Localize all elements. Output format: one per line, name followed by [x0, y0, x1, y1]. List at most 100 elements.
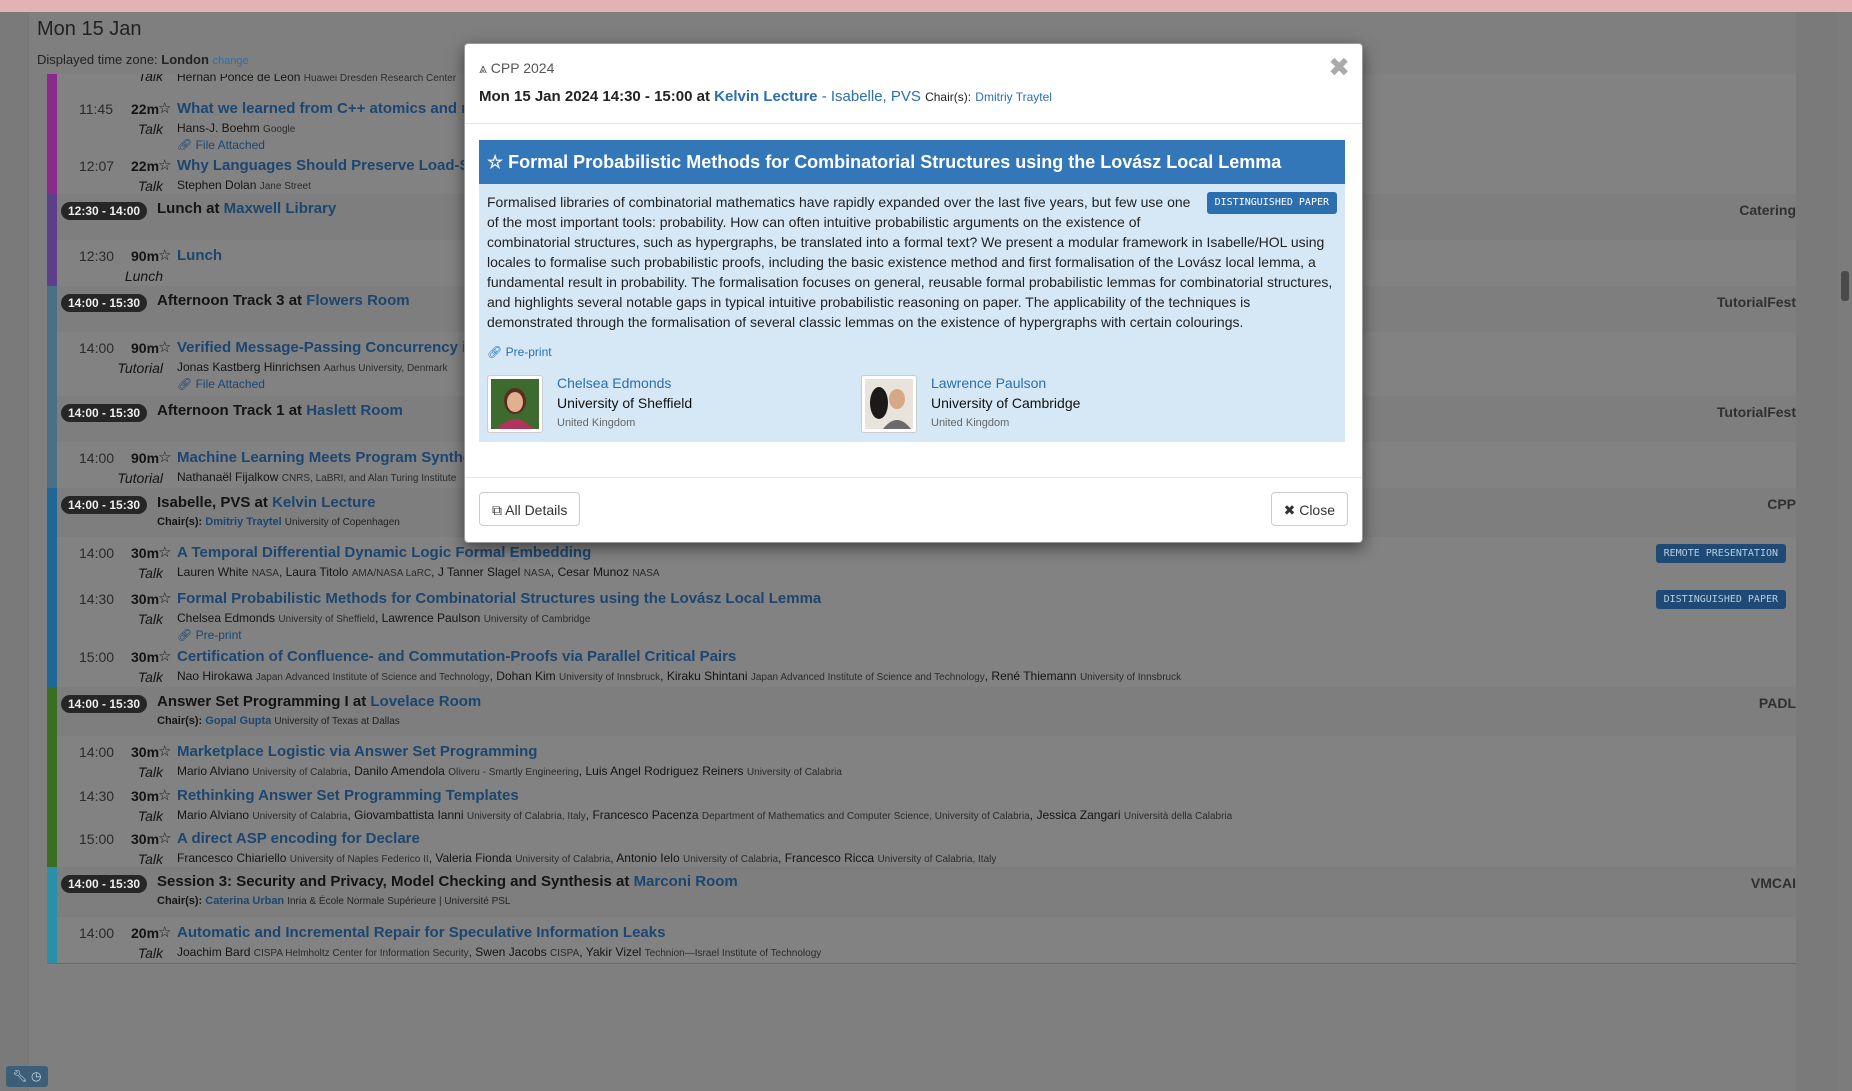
modal-room-link[interactable]: Kelvin Lecture [714, 88, 817, 105]
star-icon[interactable]: ☆ [158, 829, 171, 847]
session-time-pill: 12:30 - 14:00 [61, 202, 148, 220]
track-tag: VMCAI [1750, 875, 1796, 891]
modal-chair-link[interactable]: Dmitriy Traytel [975, 90, 1052, 104]
close-button[interactable]: ✖ Close [1270, 492, 1348, 526]
author-name-link[interactable]: Chelsea Edmonds [557, 375, 671, 391]
chair-link[interactable]: Dmitriy Traytel [205, 516, 281, 528]
author-name-link[interactable]: Lawrence Paulson [931, 375, 1046, 391]
talk-title-link[interactable]: A Temporal Differential Dynamic Logic Fo… [177, 544, 591, 561]
avatar[interactable] [487, 375, 543, 433]
session-time-pill: 14:00 - 15:30 [61, 404, 148, 422]
session-time-pill: 14:00 - 15:30 [61, 496, 148, 514]
session-title: Session 3: Security and Privacy, Model C… [157, 873, 738, 890]
session-time-pill: 14:00 - 15:30 [61, 875, 148, 893]
talk-title-link[interactable]: Rethinking Answer Set Programming Templa… [177, 787, 519, 804]
talk-title-link[interactable]: Machine Learning Meets Program Synthesis [177, 449, 492, 466]
author-affiliation: University of Sheffield [557, 395, 693, 411]
link-icon: 🔗︎ [487, 345, 503, 359]
all-details-button[interactable]: ⧉ All Details [479, 492, 581, 526]
distinguished-paper-badge: DISTINGUISHED PAPER [1655, 590, 1786, 609]
talk-title-link[interactable]: Formal Probabilistic Methods for Combina… [177, 590, 821, 607]
chair-link[interactable]: Gopal Gupta [205, 715, 271, 727]
session-header[interactable]: 14:00 - 15:30 Session 3: Security and Pr… [47, 867, 1796, 918]
room-link[interactable]: Kelvin Lecture [272, 494, 375, 511]
session-title: Afternoon Track 3 at Flowers Room [157, 292, 410, 309]
author-card: Chelsea Edmonds University of Sheffield … [487, 375, 907, 435]
session-title: Afternoon Track 1 at Haslett Room [157, 402, 403, 419]
paperclip-icon: 🔗︎ [177, 377, 193, 391]
star-icon[interactable]: ☆ [158, 742, 171, 760]
track-tag: CPP [1767, 496, 1796, 512]
talk-title: ☆ Formal Probabilistic Methods for Combi… [479, 140, 1345, 184]
talk-authors: Francesco Chiariello University of Naple… [177, 851, 997, 865]
room-link[interactable]: Marconi Room [634, 873, 738, 890]
wrench-icon: 🔧︎ [12, 1069, 28, 1083]
author-country: United Kingdom [931, 417, 1010, 429]
page-scrollbar[interactable] [1838, 12, 1852, 1091]
author-card: Lawrence Paulson University of Cambridge… [861, 375, 1281, 435]
preprint-link[interactable]: 🔗︎ Pre-print [177, 628, 242, 642]
room-link[interactable]: Flowers Room [306, 292, 409, 309]
session-chairs: Chair(s): Gopal Gupta University of Texa… [157, 715, 400, 727]
timezone-line: Displayed time zone: London change [37, 52, 249, 67]
clock-icon: ◷ [31, 1069, 42, 1083]
author-photo [865, 379, 913, 429]
star-icon[interactable]: ☆ [158, 448, 171, 466]
divider [465, 477, 1362, 478]
tz-change-link[interactable]: change [213, 55, 249, 67]
modal-session-link[interactable]: Isabelle, PVS [831, 88, 921, 105]
author-country: United Kingdom [557, 417, 636, 429]
table-row[interactable]: 14:30 30m Talk ☆ Rethinking Answer Set P… [47, 780, 1796, 824]
session-title: Lunch at Maxwell Library [157, 200, 337, 217]
star-icon[interactable]: ☆ [158, 156, 171, 174]
talk-authors: Mario Alviano University of Calabria, Da… [177, 764, 842, 778]
session-chairs: Chair(s): Dmitriy Traytel University of … [157, 516, 400, 528]
star-icon[interactable]: ☆ [158, 647, 171, 665]
talk-abstract: DISTINGUISHED PAPER Formalised libraries… [487, 192, 1337, 332]
close-icon[interactable]: ✖ [1328, 52, 1350, 83]
star-icon[interactable]: ☆ [158, 543, 171, 561]
talk-authors: Chelsea Edmonds University of Sheffield,… [177, 611, 591, 625]
star-icon[interactable]: ☆ [158, 338, 171, 356]
star-icon[interactable]: ☆ [487, 152, 503, 172]
talk-title-link[interactable]: Marketplace Logistic via Answer Set Prog… [177, 743, 537, 760]
track-tag: TutorialFest [1716, 294, 1796, 310]
modal-subtitle: Mon 15 Jan 2024 14:30 - 15:00 at Kelvin … [479, 88, 1052, 105]
tz-value: London [161, 52, 209, 67]
talk-title-link[interactable]: Verified Message-Passing Concurrency in … [177, 339, 502, 356]
avatar[interactable] [861, 375, 917, 433]
table-row[interactable]: 15:00 30m Talk ☆ A direct ASP encoding f… [47, 823, 1796, 868]
star-icon[interactable]: ☆ [158, 786, 171, 804]
track-tag: PADL [1758, 695, 1796, 711]
talk-authors: Joachim Bard CISPA Helmholtz Center for … [177, 945, 822, 959]
admin-tools-button[interactable]: 🔧︎ ◷ [6, 1066, 48, 1087]
talk-title-link[interactable]: A direct ASP encoding for Declare [177, 830, 420, 847]
room-link[interactable]: Lovelace Room [370, 693, 481, 710]
preprint-link[interactable]: 🔗︎ Pre-print [487, 345, 552, 359]
session-title: Answer Set Programming I at Lovelace Roo… [157, 693, 482, 710]
room-link[interactable]: Haslett Room [306, 402, 403, 419]
talk-title-link[interactable]: Lunch [177, 247, 222, 264]
star-icon[interactable]: ☆ [158, 589, 171, 607]
talk-title-link[interactable]: Automatic and Incremental Repair for Spe… [177, 924, 665, 941]
table-row[interactable]: 14:00 30m Talk ☆ Marketplace Logistic vi… [47, 736, 1796, 781]
star-icon[interactable]: ☆ [158, 246, 171, 264]
star-icon[interactable]: ☆ [158, 99, 171, 117]
track-tag: Catering [1739, 202, 1796, 218]
table-row[interactable]: 14:00 20m Talk ☆ Automatic and Increment… [47, 917, 1796, 964]
link-icon: 🔗︎ [177, 628, 193, 642]
table-row[interactable]: 14:00 30m Talk ☆ A Temporal Differential… [47, 537, 1796, 584]
star-icon[interactable]: ☆ [158, 923, 171, 941]
modal-conference: ⩓ CPP 2024 [479, 60, 555, 76]
chair-link[interactable]: Caterina Urban [205, 895, 284, 907]
talk-title-link[interactable]: Certification of Confluence- and Commuta… [177, 648, 736, 665]
room-link[interactable]: Maxwell Library [224, 200, 337, 217]
scrollbar-thumb[interactable] [1841, 271, 1849, 301]
session-time-pill: 14:00 - 15:30 [61, 294, 148, 312]
file-attached-link[interactable]: 🔗︎ File Attached [177, 377, 265, 391]
session-header[interactable]: 14:00 - 15:30 Answer Set Programming I a… [47, 687, 1796, 737]
talk-authors: Mario Alviano University of Calabria, Gi… [177, 808, 1233, 822]
table-row[interactable]: 15:00 30m Talk ☆ Certification of Conflu… [47, 641, 1796, 688]
table-row[interactable]: 14:30 30m Talk ☆ Formal Probabilistic Me… [47, 583, 1796, 642]
talk-authors: Jonas Kastberg Hinrichsen Aarhus Univers… [177, 360, 448, 374]
